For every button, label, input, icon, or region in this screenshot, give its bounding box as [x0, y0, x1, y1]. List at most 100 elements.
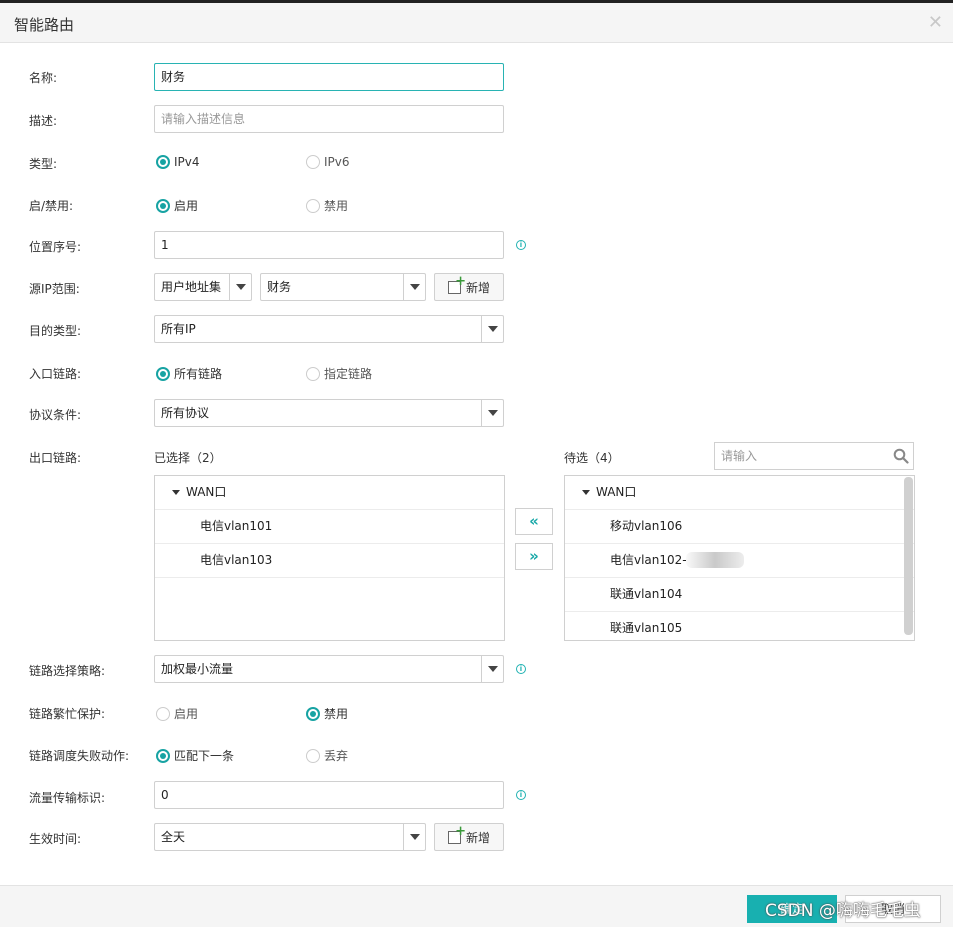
flow-tag-label: 流量传输标识:	[29, 791, 106, 805]
chevron-down-icon	[481, 400, 503, 426]
pending-group-label: WAN口	[596, 485, 637, 499]
radio-unchecked-icon	[306, 198, 320, 213]
strategy-label: 链路选择策略:	[29, 664, 106, 678]
radio-unchecked-icon	[306, 366, 320, 381]
list-item[interactable]: 联通vlan105	[565, 612, 914, 640]
busy-protect-label: 链路繁忙保护:	[29, 707, 106, 721]
in-link-label: 入口链路:	[29, 367, 82, 381]
src-ip-type-select[interactable]: 用户地址集	[154, 273, 252, 301]
effective-time-label: 生效时间:	[29, 832, 82, 846]
fail-action-drop-radio[interactable]: 丢弃	[306, 747, 348, 764]
desc-input[interactable]: 请输入描述信息	[154, 105, 504, 133]
radio-unchecked-icon	[306, 155, 320, 169]
strategy-select[interactable]: 加权最小流量	[154, 655, 504, 683]
src-ip-value: 财务	[267, 280, 292, 294]
protocol-select[interactable]: 所有协议	[154, 399, 504, 427]
pending-group-wan[interactable]: WAN口	[565, 476, 914, 510]
search-icon[interactable]	[893, 448, 909, 464]
dialog-header: 智能路由 ✕	[0, 3, 953, 43]
type-ipv4-label: IPv4	[174, 155, 200, 169]
busy-protect-on-label: 启用	[174, 707, 199, 721]
caret-down-icon	[582, 490, 590, 495]
caret-down-icon	[172, 490, 180, 495]
in-link-specified-label: 指定链路	[324, 367, 373, 381]
type-ipv6-label: IPv6	[324, 155, 350, 169]
protocol-value: 所有协议	[161, 406, 210, 420]
radio-unchecked-icon	[306, 748, 320, 763]
list-item[interactable]: 电信vlan101	[155, 510, 504, 544]
radio-checked-icon	[156, 198, 170, 213]
enable-off-radio[interactable]: 禁用	[306, 197, 348, 214]
effective-time-select[interactable]: 全天	[154, 823, 426, 851]
radio-checked-icon	[156, 748, 170, 763]
info-icon[interactable]: i	[516, 790, 526, 800]
protocol-label: 协议条件:	[29, 408, 82, 422]
list-item[interactable]: 移动vlan106	[565, 510, 914, 544]
chevron-down-icon	[481, 316, 503, 342]
src-ip-add-button[interactable]: 新增	[434, 273, 504, 301]
dst-type-select[interactable]: 所有IP	[154, 315, 504, 343]
enable-off-label: 禁用	[324, 199, 349, 213]
watermark: CSDN @嗨嗨毛毛虫	[765, 901, 921, 921]
pending-search-input[interactable]: 请输入	[714, 442, 914, 470]
info-icon[interactable]: i	[516, 240, 526, 250]
dialog-title: 智能路由	[14, 16, 75, 34]
busy-protect-off-label: 禁用	[324, 707, 349, 721]
radio-checked-icon	[306, 706, 320, 721]
src-ip-add-label: 新增	[465, 280, 490, 295]
chevron-down-icon	[403, 824, 425, 850]
chevron-down-icon	[481, 656, 503, 682]
src-ip-value-select[interactable]: 财务	[260, 273, 426, 301]
move-right-button[interactable]: »	[515, 543, 553, 570]
strategy-value: 加权最小流量	[161, 662, 234, 676]
position-input[interactable]: 1	[154, 231, 504, 259]
fail-action-label: 链路调度失败动作:	[29, 749, 130, 763]
radio-unchecked-icon	[156, 706, 170, 721]
fail-action-next-radio[interactable]: 匹配下一条	[156, 747, 234, 764]
close-icon[interactable]: ✕	[928, 12, 943, 33]
type-ipv6-radio[interactable]: IPv6	[306, 155, 350, 169]
in-link-all-radio[interactable]: 所有链路	[156, 365, 222, 382]
type-ipv4-radio[interactable]: IPv4	[156, 155, 200, 169]
in-link-all-label: 所有链路	[174, 367, 223, 381]
out-link-label: 出口链路:	[29, 451, 82, 465]
search-placeholder: 请输入	[721, 449, 758, 463]
selected-group-wan[interactable]: WAN口	[155, 476, 504, 510]
selected-group-label: WAN口	[186, 485, 227, 499]
src-ip-label: 源IP范围:	[29, 282, 80, 296]
src-ip-type-value: 用户地址集	[161, 280, 222, 294]
add-icon	[447, 824, 466, 844]
fail-action-drop-label: 丢弃	[324, 749, 349, 763]
in-link-specified-radio[interactable]: 指定链路	[306, 365, 372, 382]
effective-time-add-button[interactable]: 新增	[434, 823, 504, 851]
dst-type-value: 所有IP	[161, 322, 196, 336]
list-item[interactable]: 电信vlan103	[155, 544, 504, 578]
chevron-down-icon	[229, 274, 251, 300]
enable-label: 启/禁用:	[29, 199, 74, 213]
radio-checked-icon	[156, 155, 170, 169]
enable-on-label: 启用	[174, 199, 199, 213]
chevron-down-icon	[403, 274, 425, 300]
info-icon[interactable]: i	[516, 664, 526, 674]
redaction-blur	[686, 552, 744, 568]
list-item[interactable]: 联通vlan104	[565, 578, 914, 612]
dst-type-label: 目的类型:	[29, 324, 82, 338]
desc-label: 描述:	[29, 114, 58, 128]
busy-protect-on-radio[interactable]: 启用	[156, 705, 198, 722]
move-left-button[interactable]: «	[515, 508, 553, 535]
effective-time-value: 全天	[161, 830, 186, 844]
position-label: 位置序号:	[29, 240, 82, 254]
radio-checked-icon	[156, 366, 170, 381]
effective-time-add-label: 新增	[465, 830, 490, 845]
name-input[interactable]: 财务	[154, 63, 504, 91]
pending-list-title: 待选（4）	[564, 451, 620, 465]
fail-action-next-label: 匹配下一条	[174, 749, 235, 763]
selected-list: WAN口 电信vlan101 电信vlan103	[154, 475, 505, 641]
add-icon	[447, 274, 466, 294]
type-label: 类型:	[29, 157, 58, 171]
busy-protect-off-radio[interactable]: 禁用	[306, 705, 348, 722]
enable-on-radio[interactable]: 启用	[156, 197, 198, 214]
flow-tag-input[interactable]: 0	[154, 781, 504, 809]
pending-list-scrollbar[interactable]	[904, 477, 913, 635]
name-label: 名称:	[29, 71, 58, 85]
